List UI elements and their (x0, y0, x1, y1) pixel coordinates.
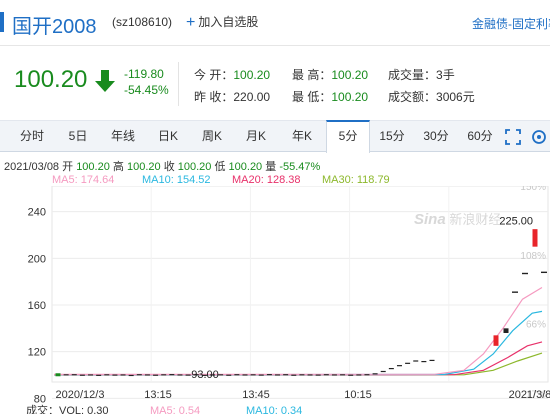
readout-date: 2021/03/08 (4, 161, 60, 173)
ma20-readout: MA20: 128.38 (232, 174, 301, 186)
readout-open: 100.20 (76, 161, 110, 173)
volume-label: 成交量： (388, 68, 437, 82)
amount-label: 成交额： (388, 90, 437, 104)
tab-15min[interactable]: 15分 (370, 121, 414, 152)
candle-body (532, 229, 538, 247)
high-value: 100.20 (331, 68, 369, 82)
high-label: 最 高： (292, 68, 332, 82)
open-label: 今 开： (194, 68, 234, 82)
readout-change: -55.47% (279, 161, 321, 173)
price-axis: 240 200 160 120 80 (28, 207, 46, 406)
low-value: 100.20 (331, 90, 369, 104)
readout-low: 100.20 (228, 161, 263, 173)
tab-5day[interactable]: 5日 (56, 121, 100, 152)
x-tick-label: 13:45 (242, 389, 270, 401)
volume-stat: 成交量：3手 (388, 66, 455, 83)
x-tick-label: 2021/3/8 (509, 389, 550, 401)
quote-panel: 100.20 -119.80 -54.45% 今 开：100.20 最 高：10… (0, 46, 550, 116)
ma30-readout: MA30: 118.79 (322, 174, 390, 186)
readout-open-label: 开 (62, 161, 74, 173)
tab-yearly-k[interactable]: 年K (278, 121, 326, 152)
percent-tick-label: 66% (526, 320, 546, 331)
title-accent-bar (0, 12, 4, 32)
candle-readout: 2021/03/08 开 100.20 高 100.20 收 100.20 低 … (4, 158, 320, 174)
settings-icon[interactable] (530, 128, 548, 146)
down-arrow-icon (95, 70, 115, 92)
prev-close-stat: 昨 收：220.00 (194, 88, 270, 105)
period-tabs: 分时 5日 年线 日K 周K 月K 年K 5分 15分 30分 60分 (0, 120, 550, 153)
volume-legend-label: MA5: 0.54 (150, 405, 200, 414)
stock-header: 国开2008 (sz108610) +加入自选股 金融债-固定利率 (0, 0, 550, 46)
prev-close-label: 昨 收： (194, 90, 234, 104)
readout-high: 100.20 (126, 161, 161, 173)
tab-5min[interactable]: 5分 (326, 120, 370, 153)
amount-value: 3006元 (436, 90, 475, 104)
open-stat: 今 开：100.20 (194, 66, 270, 83)
volume-legend-label: MA10: 0.34 (246, 405, 302, 414)
bond-category-link[interactable]: 金融债-固定利率 (472, 15, 550, 32)
x-tick-label: 2020/12/3 (56, 389, 105, 401)
y-tick-label: 160 (28, 300, 46, 312)
amount-stat: 成交额：3006元 (388, 88, 475, 105)
ma5-readout: MA5: 174.64 (52, 174, 115, 186)
low-marker-label: 93.00 (191, 369, 219, 381)
percent-tick-label: 150% (520, 186, 546, 193)
add-watchlist-label: 加入自选股 (198, 15, 259, 29)
tab-30min[interactable]: 30分 (414, 121, 458, 152)
volume-legend: 成交：VOL: 0.30 MA5: 0.54 MA10: 0.34 (26, 403, 302, 414)
fullscreen-icon[interactable] (504, 128, 522, 146)
prev-close-value: 220.00 (233, 90, 271, 104)
tab-weekly-k[interactable]: 周K (190, 121, 234, 152)
time-axis: 2020/12/3 13:15 13:45 10:15 2021/3/8 (56, 389, 550, 401)
add-watchlist-button[interactable]: + 加入自选股 (186, 13, 258, 32)
stock-code: (sz108610) (112, 15, 173, 29)
tab-yearline[interactable]: 年线 (100, 121, 146, 152)
readout-high-label: 高 (112, 161, 124, 173)
sina-watermark: Sina 新浪财经 (414, 211, 501, 228)
candle-body (493, 335, 499, 346)
readout-low-label: 低 (214, 161, 226, 173)
change-percent: -54.45% (124, 83, 169, 97)
price-change: -119.80 -54.45% (124, 66, 169, 98)
volume-legend-label: 成交：VOL: 0.30 (26, 403, 109, 414)
volume-value: 3手 (436, 68, 455, 82)
low-stat: 最 低：100.20 (292, 88, 368, 105)
y-tick-label: 240 (28, 207, 46, 219)
percent-tick-label: 108% (520, 251, 546, 262)
readout-change-label: 量 (265, 161, 277, 173)
readout-close: 100.20 (177, 161, 212, 173)
open-value: 100.20 (233, 68, 271, 82)
y-tick-label: 80 (34, 393, 46, 405)
plus-icon: + (186, 14, 196, 31)
tab-60min[interactable]: 60分 (458, 121, 502, 152)
tab-daily-k[interactable]: 日K (146, 121, 190, 152)
current-price: 100.20 (14, 66, 88, 93)
x-tick-label: 13:15 (144, 389, 172, 401)
quote-divider (178, 62, 179, 106)
y-tick-label: 200 (28, 253, 46, 265)
candle-body (503, 328, 509, 333)
ma10-readout: MA10: 154.52 (142, 174, 211, 186)
readout-close-label: 收 (163, 161, 175, 173)
high-marker-label: 225.00 (499, 216, 533, 228)
tab-monthly-k[interactable]: 月K (234, 121, 278, 152)
kline-chart[interactable]: 24020016012080 150%108%66%-17% Sina 新浪财经… (0, 186, 550, 414)
high-stat: 最 高：100.20 (292, 66, 368, 83)
stock-name: 国开2008 (12, 16, 97, 38)
change-amount: -119.80 (124, 67, 164, 81)
tab-timeshare[interactable]: 分时 (8, 121, 56, 152)
x-tick-label: 10:15 (344, 389, 372, 401)
y-tick-label: 120 (28, 347, 46, 359)
low-label: 最 低： (292, 90, 332, 104)
